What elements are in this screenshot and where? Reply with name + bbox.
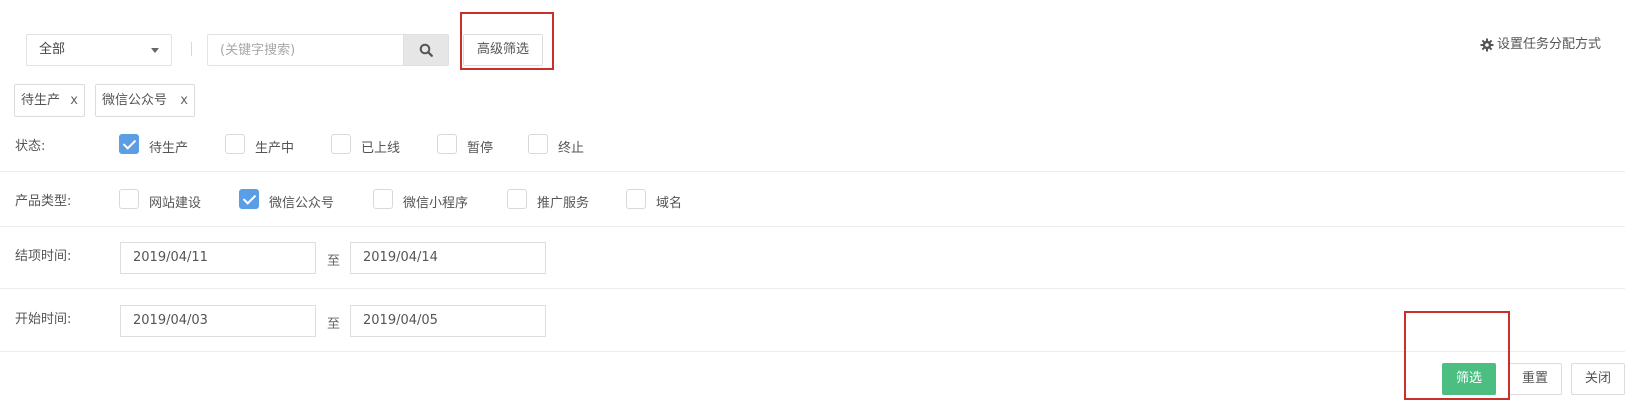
active-filter-chip: 微信公众号 x (95, 84, 195, 117)
end-time-label: 结项时间: (15, 249, 72, 264)
product-option-label: 微信公众号 (269, 196, 335, 211)
search-input[interactable] (207, 34, 404, 66)
scope-select-value: 全部 (39, 42, 66, 57)
highlight-box-advanced-filter (460, 12, 554, 70)
status-checkbox-paused[interactable] (437, 134, 457, 154)
start-time-label: 开始时间: (15, 312, 72, 327)
status-label: 状态: (15, 139, 46, 154)
status-checkbox-online[interactable] (331, 134, 351, 154)
status-checkbox-pending[interactable] (119, 134, 139, 154)
status-option-label: 已上线 (361, 141, 401, 156)
chip-remove-button[interactable]: x (70, 85, 78, 116)
product-checkbox-website[interactable] (119, 189, 139, 209)
product-option-label: 微信小程序 (403, 196, 469, 211)
product-type-label: 产品类型: (15, 194, 72, 209)
product-option-label: 推广服务 (537, 196, 590, 211)
status-checkbox-in-production[interactable] (225, 134, 245, 154)
status-option-label: 生产中 (255, 141, 295, 156)
highlight-box-filter-button (1404, 311, 1510, 400)
status-option-label: 终止 (558, 141, 585, 156)
end-time-to-label: 至 (327, 254, 341, 269)
active-filter-chip: 待生产 x (14, 84, 85, 117)
status-option-label: 待生产 (149, 141, 189, 156)
search-button[interactable] (403, 34, 449, 66)
toolbar-divider (191, 42, 192, 56)
task-assign-label: 设置任务分配方式 (1497, 37, 1602, 52)
chip-label: 微信公众号 (102, 93, 168, 108)
product-checkbox-domain[interactable] (626, 189, 646, 209)
end-time-to-input[interactable]: 2019/04/14 (350, 242, 546, 274)
task-assign-link[interactable]: 设置任务分配方式 (1480, 35, 1601, 55)
product-option-label: 网站建设 (149, 196, 202, 211)
chevron-down-icon (151, 48, 159, 53)
start-time-to-input[interactable]: 2019/04/05 (350, 305, 546, 337)
row-divider (0, 171, 1625, 172)
row-divider (0, 351, 1625, 352)
reset-button[interactable]: 重置 (1508, 363, 1562, 395)
end-time-from-input[interactable]: 2019/04/11 (120, 242, 316, 274)
close-button[interactable]: 关闭 (1571, 363, 1625, 395)
search-icon (419, 43, 433, 57)
start-time-to-label: 至 (327, 317, 341, 332)
product-checkbox-wechat-official[interactable] (239, 189, 259, 209)
row-divider (0, 226, 1625, 227)
product-checkbox-mini-program[interactable] (373, 189, 393, 209)
product-option-label: 域名 (656, 196, 683, 211)
gear-icon (1480, 38, 1494, 52)
chip-remove-button[interactable]: x (180, 85, 188, 116)
chip-label: 待生产 (21, 93, 61, 108)
row-divider (0, 288, 1625, 289)
start-time-from-input[interactable]: 2019/04/03 (120, 305, 316, 337)
status-option-label: 暂停 (467, 141, 494, 156)
status-checkbox-terminated[interactable] (528, 134, 548, 154)
product-checkbox-promotion[interactable] (507, 189, 527, 209)
scope-select[interactable]: 全部 (26, 34, 172, 66)
